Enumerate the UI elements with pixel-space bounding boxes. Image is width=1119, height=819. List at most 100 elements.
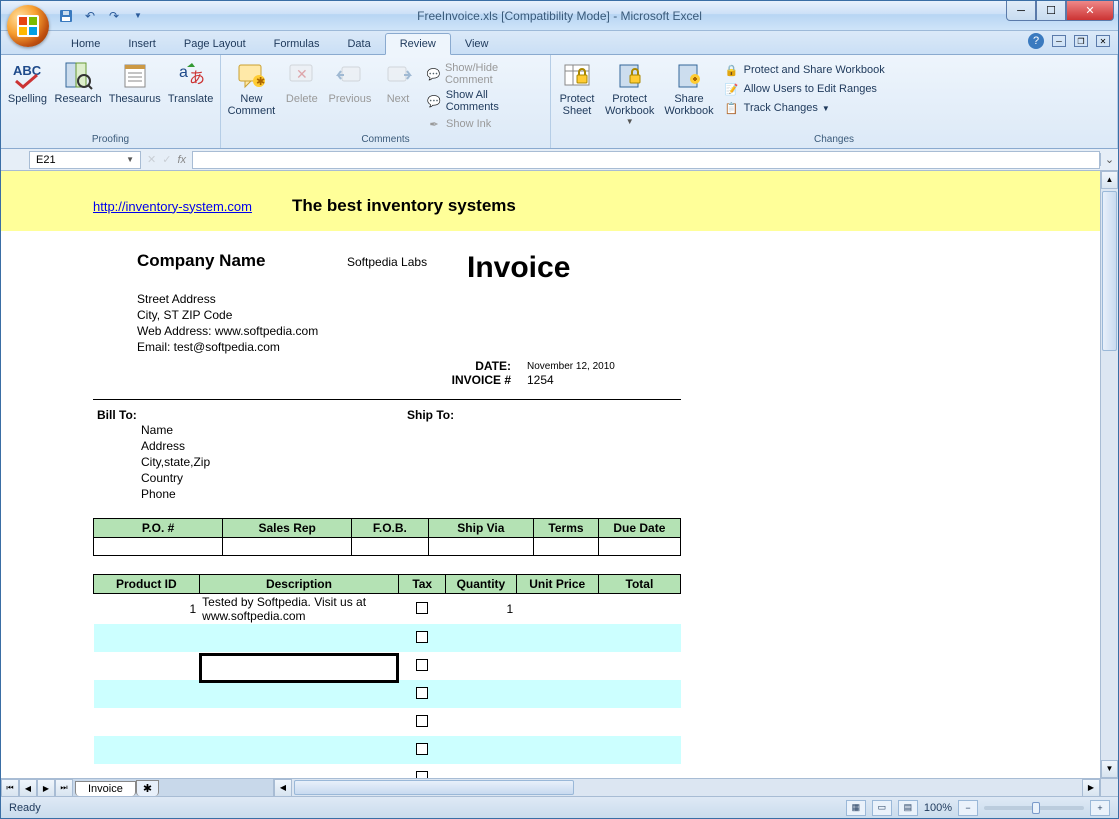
tab-view[interactable]: View bbox=[451, 34, 503, 54]
tab-formulas[interactable]: Formulas bbox=[260, 34, 334, 54]
zoom-slider[interactable] bbox=[984, 806, 1084, 810]
translate-button[interactable]: aあ Translate bbox=[165, 57, 216, 107]
save-icon[interactable] bbox=[57, 7, 75, 25]
worksheet[interactable]: http://inventory-system.com The best inv… bbox=[1, 171, 1100, 778]
allow-edit-ranges-button[interactable]: 📝Allow Users to Edit Ranges bbox=[720, 80, 889, 98]
titlebar: ↶ ↷ ▼ FreeInvoice.xls [Compatibility Mod… bbox=[1, 1, 1118, 31]
previous-comment-icon bbox=[334, 59, 366, 91]
protect-sheet-button[interactable]: Protect Sheet bbox=[555, 57, 599, 119]
edit-ranges-icon: 📝 bbox=[724, 81, 740, 97]
zoom-out-button[interactable]: − bbox=[958, 800, 978, 816]
maximize-button[interactable]: ☐ bbox=[1036, 1, 1066, 21]
protect-share-workbook-button[interactable]: 🔒Protect and Share Workbook bbox=[720, 61, 889, 79]
svg-text:あ: あ bbox=[189, 69, 205, 87]
table-row[interactable] bbox=[94, 652, 681, 680]
doc-restore-button[interactable]: ❐ bbox=[1074, 35, 1088, 47]
translate-icon: aあ bbox=[175, 59, 207, 91]
sheet-tab-invoice[interactable]: Invoice bbox=[75, 781, 136, 796]
name-box[interactable]: E21 ▼ bbox=[29, 151, 141, 169]
window-title: FreeInvoice.xls [Compatibility Mode] - M… bbox=[417, 9, 702, 23]
ribbon: ABC Spelling Research Thesaurus aあ Trans… bbox=[1, 55, 1118, 149]
table-row[interactable] bbox=[94, 736, 681, 764]
close-button[interactable]: ✕ bbox=[1066, 1, 1114, 21]
tax-checkbox[interactable] bbox=[416, 631, 428, 643]
hscroll-thumb[interactable] bbox=[294, 780, 574, 795]
addr-line3: Web Address: www.softpedia.com bbox=[137, 323, 681, 339]
col-unitprice: Unit Price bbox=[516, 575, 598, 594]
new-comment-label: New Comment bbox=[228, 93, 276, 117]
scroll-down-button[interactable]: ▼ bbox=[1101, 760, 1118, 778]
scroll-left-button[interactable]: ◀ bbox=[274, 779, 292, 797]
tax-checkbox[interactable] bbox=[416, 602, 428, 614]
sheet-nav-prev[interactable]: ◀ bbox=[19, 779, 37, 797]
share-workbook-button[interactable]: Share Workbook bbox=[660, 57, 717, 119]
company-sub: Softpedia Labs bbox=[347, 251, 467, 285]
zoom-slider-thumb[interactable] bbox=[1032, 802, 1040, 814]
track-changes-icon: 📋 bbox=[724, 100, 740, 116]
sheet-nav-next[interactable]: ▶ bbox=[37, 779, 55, 797]
formula-input[interactable] bbox=[192, 151, 1100, 169]
new-comment-button[interactable]: ✱ New Comment bbox=[225, 57, 278, 119]
previous-comment-button: Previous bbox=[326, 57, 374, 107]
table-row[interactable] bbox=[94, 764, 681, 778]
tax-checkbox[interactable] bbox=[416, 687, 428, 699]
table-row[interactable] bbox=[94, 624, 681, 652]
group-changes-label: Changes bbox=[555, 133, 1113, 146]
zoom-in-button[interactable]: + bbox=[1090, 800, 1110, 816]
research-button[interactable]: Research bbox=[52, 57, 104, 107]
horizontal-scrollbar[interactable]: ◀ ▶ bbox=[273, 779, 1100, 796]
spelling-button[interactable]: ABC Spelling bbox=[5, 57, 50, 107]
sheet-nav-last[interactable]: ⏭ bbox=[55, 779, 73, 797]
table-row[interactable] bbox=[94, 708, 681, 736]
vscroll-thumb[interactable] bbox=[1102, 191, 1117, 351]
show-ink-button: ✒Show Ink bbox=[422, 115, 546, 133]
tax-checkbox[interactable] bbox=[416, 659, 428, 671]
table-row[interactable] bbox=[94, 680, 681, 708]
tax-checkbox[interactable] bbox=[416, 715, 428, 727]
thesaurus-button[interactable]: Thesaurus bbox=[106, 57, 163, 107]
tax-checkbox[interactable] bbox=[416, 771, 428, 779]
show-all-comments-button[interactable]: 💬Show All Comments bbox=[422, 88, 546, 114]
inventory-link[interactable]: http://inventory-system.com bbox=[93, 199, 252, 214]
svg-text:✕: ✕ bbox=[296, 66, 308, 82]
office-button[interactable] bbox=[7, 5, 49, 47]
scroll-up-button[interactable]: ▲ bbox=[1101, 171, 1118, 189]
doc-minimize-button[interactable]: ─ bbox=[1052, 35, 1066, 47]
scroll-right-button[interactable]: ▶ bbox=[1082, 779, 1100, 797]
tagline-text: The best inventory systems bbox=[292, 196, 516, 216]
ribbon-tabs: Home Insert Page Layout Formulas Data Re… bbox=[1, 31, 1118, 55]
new-sheet-button[interactable]: ✱ bbox=[136, 780, 159, 796]
sheet-nav-first[interactable]: ⏮ bbox=[1, 779, 19, 797]
view-layout-button[interactable]: ▭ bbox=[872, 800, 892, 816]
tab-data[interactable]: Data bbox=[333, 34, 384, 54]
addr-line2: City, ST ZIP Code bbox=[137, 307, 681, 323]
view-pagebreak-button[interactable]: ▤ bbox=[898, 800, 918, 816]
tab-page-layout[interactable]: Page Layout bbox=[170, 34, 260, 54]
redo-icon[interactable]: ↷ bbox=[105, 7, 123, 25]
minimize-button[interactable]: ─ bbox=[1006, 1, 1036, 21]
track-changes-button[interactable]: 📋Track Changes ▼ bbox=[720, 99, 889, 117]
tab-home[interactable]: Home bbox=[57, 34, 114, 54]
tab-insert[interactable]: Insert bbox=[114, 34, 170, 54]
undo-icon[interactable]: ↶ bbox=[81, 7, 99, 25]
bill-country: Country bbox=[141, 470, 407, 486]
table-row[interactable]: 1 Tested by Softpedia. Visit us at www.s… bbox=[94, 594, 681, 625]
thesaurus-icon bbox=[119, 59, 151, 91]
formula-bar-expand-icon[interactable]: ⌄ bbox=[1100, 153, 1118, 166]
tab-review[interactable]: Review bbox=[385, 33, 451, 55]
vertical-scrollbar[interactable]: ▲ ▼ bbox=[1100, 171, 1118, 778]
fx-enter-icon: ✓ bbox=[162, 153, 171, 166]
view-normal-button[interactable]: ▦ bbox=[846, 800, 866, 816]
fx-cancel-icon: ✕ bbox=[147, 153, 156, 166]
tax-checkbox[interactable] bbox=[416, 743, 428, 755]
invoice-no-label: INVOICE # bbox=[137, 373, 527, 387]
ink-icon: ✒ bbox=[426, 116, 442, 132]
col-product-id: Product ID bbox=[94, 575, 200, 594]
help-icon[interactable]: ? bbox=[1028, 33, 1044, 49]
doc-close-button[interactable]: ✕ bbox=[1096, 35, 1110, 47]
protect-workbook-button[interactable]: Protect Workbook ▼ bbox=[601, 57, 658, 128]
delete-comment-icon: ✕ bbox=[286, 59, 318, 91]
qat-dropdown-icon[interactable]: ▼ bbox=[129, 7, 147, 25]
namebox-dropdown-icon[interactable]: ▼ bbox=[126, 155, 134, 164]
fx-icon[interactable]: fx bbox=[177, 154, 186, 166]
